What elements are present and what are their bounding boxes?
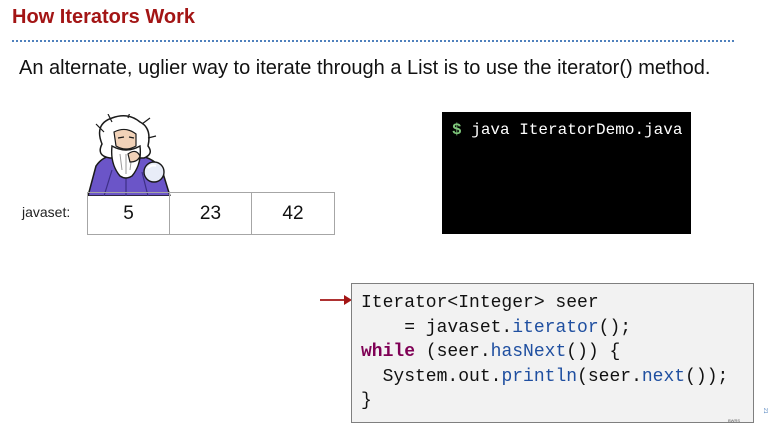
- code-block: Iterator<Integer> seer = javaset.iterato…: [351, 283, 754, 423]
- code-line: Iterator<Integer> seer: [361, 291, 753, 316]
- array-cell: 42: [282, 202, 304, 224]
- array-cell: 23: [170, 193, 252, 234]
- code-line: while (seer.hasNext()) {: [361, 340, 753, 365]
- title-divider: [12, 40, 734, 42]
- code-text: (seer.: [577, 366, 642, 387]
- code-keyword: while: [361, 342, 416, 362]
- code-text: ();: [598, 317, 632, 338]
- code-line: }: [361, 389, 753, 414]
- code-method: hasNext: [490, 342, 567, 362]
- terminal-window: $ java IteratorDemo.java: [442, 112, 691, 234]
- code-text: (seer.: [415, 342, 491, 362]
- code-method: println: [501, 366, 578, 387]
- code-text: }: [361, 391, 372, 411]
- array-cell: 5: [88, 193, 170, 234]
- code-text: System.out.: [361, 366, 502, 387]
- terminal-prompt: $: [452, 121, 462, 139]
- code-text: = javaset.: [361, 317, 513, 338]
- code-line: = javaset.iterator();: [361, 316, 753, 341]
- code-text: ());: [685, 366, 729, 387]
- footer-tag: BWRS: [728, 418, 740, 423]
- code-method: next: [641, 366, 686, 387]
- code-text: ()) {: [566, 342, 621, 362]
- slide-body-text: An alternate, uglier way to iterate thro…: [19, 57, 711, 79]
- page-number: 21: [762, 408, 768, 414]
- terminal-command: java IteratorDemo.java: [461, 121, 683, 139]
- array-label: javaset:: [22, 204, 71, 220]
- code-line: System.out.println(seer.next());: [361, 365, 753, 390]
- array-cells: 5 23 42: [87, 192, 335, 235]
- pointer-arrow-icon: [320, 295, 352, 305]
- wizard-illustration: [87, 114, 171, 196]
- code-text: Iterator<Integer> seer: [361, 293, 599, 313]
- slide-title: How Iterators Work: [12, 6, 195, 28]
- code-method: iterator: [512, 317, 599, 338]
